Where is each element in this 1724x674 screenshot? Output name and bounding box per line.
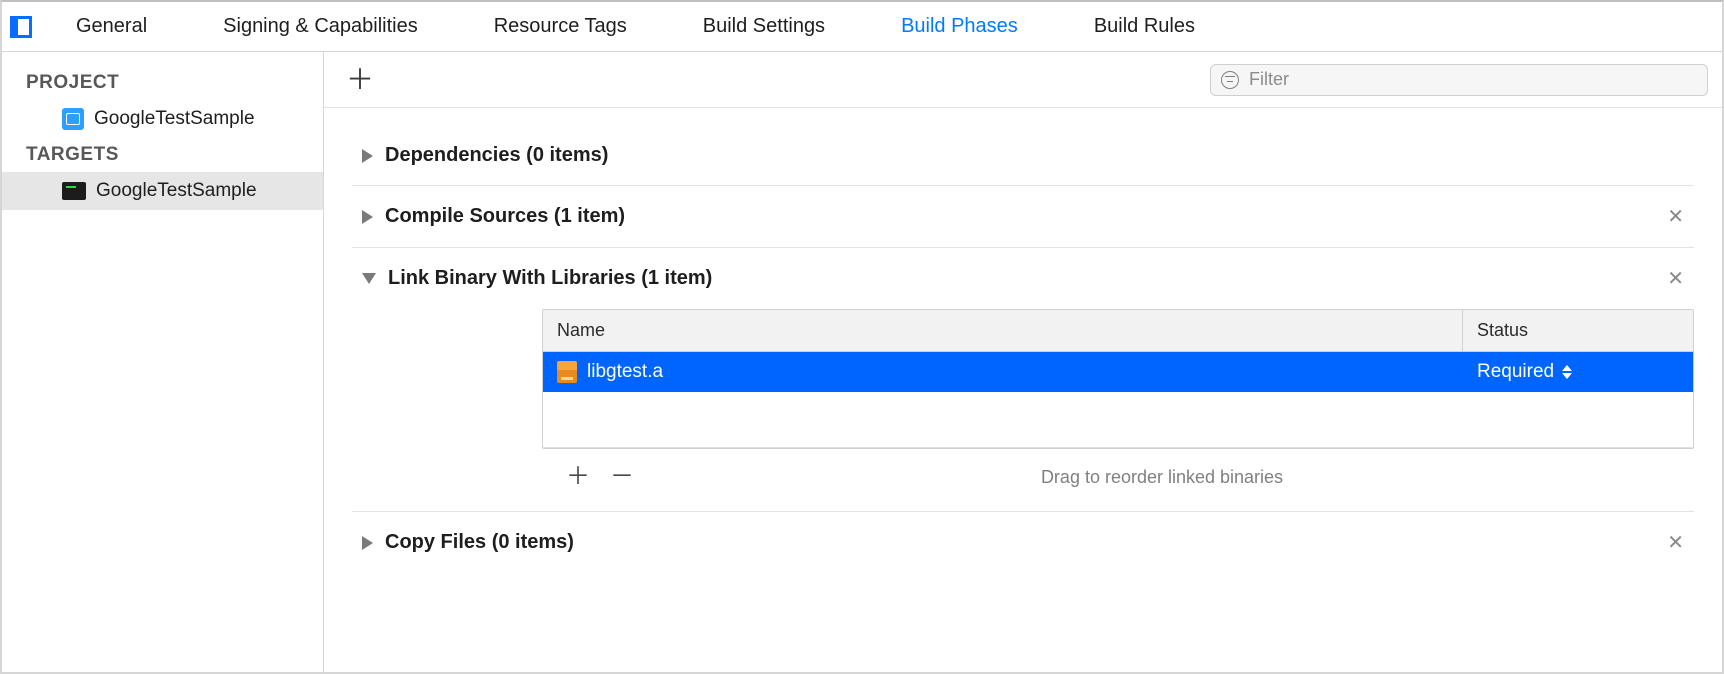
project-icon [62,108,84,130]
linked-library-name: libgtest.a [587,361,663,383]
sidebar-section-targets: TARGETS [2,138,323,172]
sidebar-section-project: PROJECT [2,66,323,100]
linked-libraries-header-row: Name Status [543,310,1693,352]
column-header-name[interactable]: Name [543,310,1463,351]
tab-build-settings[interactable]: Build Settings [665,2,863,51]
phase-dependencies: Dependencies (0 items) [352,126,1694,186]
linked-libraries-footer: ＋ － Drag to reorder linked binaries [542,449,1694,493]
project-sidebar: PROJECT GoogleTestSample TARGETS GoogleT… [2,52,324,672]
column-header-status[interactable]: Status [1463,310,1693,351]
phase-copy-files-title: Copy Files (0 items) [385,531,574,554]
sidebar-target-name: GoogleTestSample [96,180,257,202]
add-library-button[interactable]: ＋ [556,465,600,489]
tab-general[interactable]: General [38,2,185,51]
build-phases-list: Dependencies (0 items) Compile Sources (… [324,108,1722,672]
linked-libraries-table: Name Status libgtest.a Required [542,309,1694,449]
add-phase-button[interactable]: ＋ [346,66,374,94]
tab-signing-capabilities[interactable]: Signing & Capabilities [185,2,456,51]
editor-tabbar: General Signing & Capabilities Resource … [2,2,1722,52]
phase-copy-files: Copy Files (0 items) ✕ [352,512,1694,573]
reorder-hint: Drag to reorder linked binaries [644,467,1680,488]
sidebar-project-name: GoogleTestSample [94,108,255,130]
filter-icon [1221,71,1239,89]
disclosure-triangle-icon[interactable] [362,273,376,284]
phase-copy-files-header[interactable]: Copy Files (0 items) ✕ [352,530,1694,555]
sidebar-target-item[interactable]: GoogleTestSample [2,172,323,210]
linked-library-status: Required [1477,361,1554,383]
remove-phase-button[interactable]: ✕ [1667,530,1684,555]
phase-link-binary: Link Binary With Libraries (1 item) ✕ Na… [352,248,1694,512]
phase-dependencies-header[interactable]: Dependencies (0 items) [352,144,1694,167]
target-icon [62,182,86,200]
remove-library-button[interactable]: － [600,465,644,489]
main-pane: ＋ Dependencies (0 items) Compile Sources… [324,52,1722,672]
phase-link-binary-header[interactable]: Link Binary With Libraries (1 item) ✕ [352,266,1694,291]
sidebar-project-item[interactable]: GoogleTestSample [2,100,323,138]
project-blueprint-icon [10,16,32,38]
tab-build-rules[interactable]: Build Rules [1056,2,1233,51]
phase-dependencies-title: Dependencies (0 items) [385,144,608,167]
phase-compile-sources: Compile Sources (1 item) ✕ [352,186,1694,248]
linked-library-row[interactable]: libgtest.a Required [543,352,1693,392]
linked-library-status-cell[interactable]: Required [1463,361,1693,383]
linked-libraries-empty-row [543,392,1693,448]
phase-compile-sources-header[interactable]: Compile Sources (1 item) ✕ [352,204,1694,229]
filter-field-wrap[interactable] [1210,64,1708,96]
disclosure-triangle-icon[interactable] [362,149,373,163]
archive-file-icon [557,361,577,383]
popup-indicator-icon [1562,365,1572,379]
disclosure-triangle-icon[interactable] [362,536,373,550]
phase-compile-sources-title: Compile Sources (1 item) [385,205,625,228]
phase-link-binary-title: Link Binary With Libraries (1 item) [388,267,712,290]
phases-toolbar: ＋ [324,52,1722,108]
remove-phase-button[interactable]: ✕ [1667,266,1684,291]
disclosure-triangle-icon[interactable] [362,210,373,224]
phase-link-binary-body: Name Status libgtest.a Required [352,291,1694,493]
remove-phase-button[interactable]: ✕ [1667,204,1684,229]
tab-build-phases[interactable]: Build Phases [863,2,1056,51]
tab-resource-tags[interactable]: Resource Tags [456,2,665,51]
filter-input[interactable] [1247,68,1697,91]
